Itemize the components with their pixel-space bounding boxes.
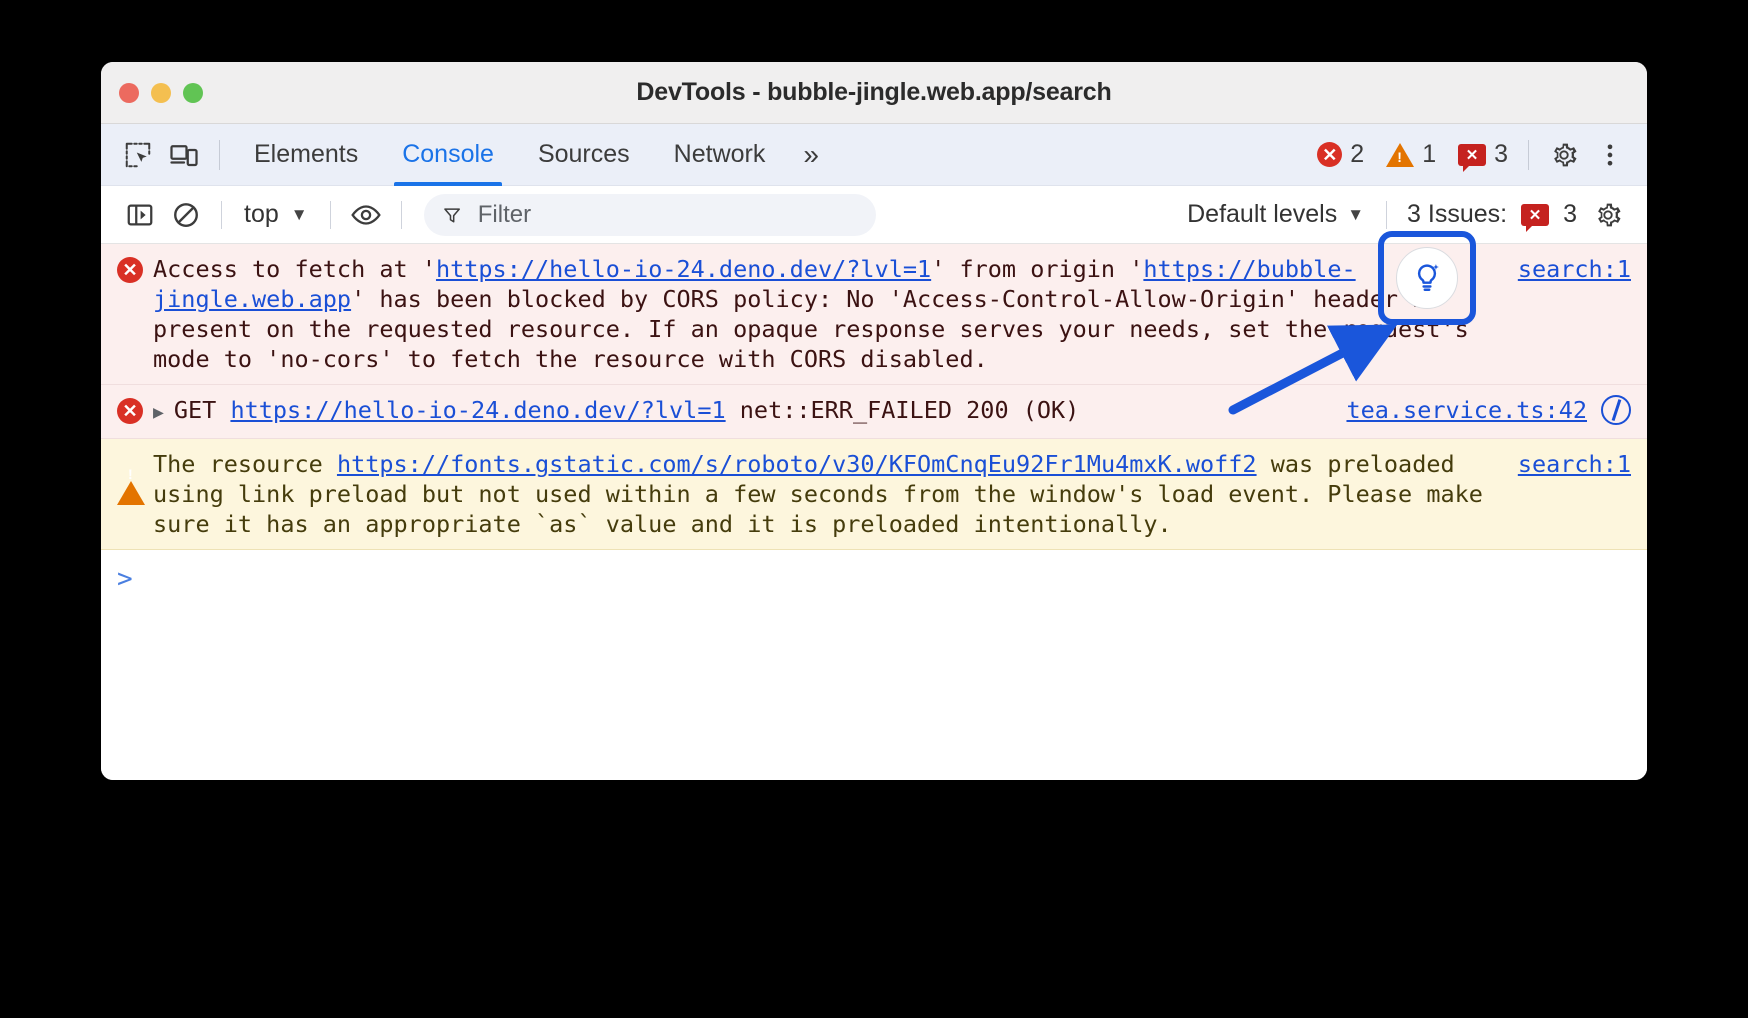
lightbulb-sparkle-icon (1410, 261, 1444, 295)
warning-triangle-icon (117, 453, 145, 505)
issue-counters: ✕ 2 1 ✕ 3 (1309, 140, 1516, 169)
tab-console[interactable]: Console (380, 124, 516, 186)
console-settings-gear-icon (1592, 199, 1624, 231)
message-source-link[interactable]: search:1 (1518, 449, 1631, 479)
gear-icon (1548, 139, 1580, 171)
devtools-tabs: Elements Console Sources Network (232, 124, 787, 186)
device-toolbar-icon (169, 140, 199, 170)
minimize-window-button[interactable] (151, 83, 171, 103)
tab-sources[interactable]: Sources (516, 124, 652, 186)
devtools-tabstrip: Elements Console Sources Network » ✕ (101, 124, 1647, 186)
log-levels-label: Default levels (1187, 200, 1337, 229)
clear-console-icon (171, 200, 201, 230)
message-text-part: net::ERR_FAILED 200 (OK) (726, 396, 1080, 424)
console-message-row[interactable]: ✕ ▶ GET https://hello-io-24.deno.dev/?lvl… (101, 385, 1647, 439)
console-toolbar-divider-1 (221, 201, 222, 229)
error-counter[interactable]: ✕ 2 (1309, 140, 1372, 169)
window-title: DevTools - bubble-jingle.web.app/search (101, 78, 1647, 107)
devtools-window: DevTools - bubble-jingle.web.app/search (101, 62, 1647, 780)
tab-network-label: Network (674, 140, 766, 169)
console-toolbar-divider-2 (330, 201, 331, 229)
kebab-menu-icon (1596, 141, 1624, 169)
device-toolbar-button[interactable] (161, 132, 207, 178)
issues-counter-value: 3 (1494, 140, 1508, 169)
error-circle-icon: ✕ (1317, 142, 1342, 167)
error-circle-icon: ✕ (117, 398, 143, 424)
maximize-window-button[interactable] (183, 83, 203, 103)
filter-icon (442, 204, 462, 226)
message-text-part: ' from origin ' (931, 255, 1143, 283)
log-levels-selector[interactable]: Default levels ▼ (1177, 200, 1374, 229)
more-tabs-icon: » (803, 139, 819, 171)
screen-root: DevTools - bubble-jingle.web.app/search (0, 0, 1748, 1018)
window-titlebar: DevTools - bubble-jingle.web.app/search (101, 62, 1647, 124)
console-settings-button[interactable] (1585, 192, 1631, 238)
clear-console-button[interactable] (163, 192, 209, 238)
error-circle-icon: ✕ (117, 257, 143, 283)
console-message-row[interactable]: The resource https://fonts.gstatic.com/s… (101, 439, 1647, 550)
message-source-link[interactable]: tea.service.ts:42 (1346, 395, 1587, 425)
console-toolbar: top ▼ Default levels ▼ (101, 186, 1647, 244)
warning-counter-value: 1 (1422, 140, 1436, 169)
warning-counter[interactable]: 1 (1378, 140, 1444, 169)
issue-bubble-icon: ✕ (1521, 204, 1549, 226)
console-filter-input[interactable] (476, 200, 858, 230)
execution-context-selector[interactable]: top ▼ (234, 196, 318, 233)
message-text-part: The resource (153, 450, 337, 478)
console-message-text: The resource https://fonts.gstatic.com/s… (153, 449, 1504, 539)
issues-counter[interactable]: ✕ 3 (1450, 140, 1516, 169)
expand-message-arrow-icon[interactable]: ▶ (153, 398, 164, 428)
console-toolbar-divider-4 (1386, 201, 1387, 229)
message-level-icon-wrapper (117, 449, 153, 539)
more-tabs-button[interactable]: » (787, 139, 835, 171)
execution-context-value: top (244, 200, 279, 229)
tab-elements-label: Elements (254, 140, 358, 169)
issues-summary-label: 3 Issues: (1407, 200, 1507, 229)
message-link[interactable]: https://fonts.gstatic.com/s/roboto/v30/K… (337, 450, 1257, 478)
tab-network[interactable]: Network (652, 124, 788, 186)
ai-assistance-button[interactable] (1396, 247, 1458, 309)
devtools-more-options-button[interactable] (1587, 132, 1633, 178)
live-expression-button[interactable] (343, 192, 389, 238)
close-window-button[interactable] (119, 83, 139, 103)
console-prompt-row[interactable]: > (101, 550, 1647, 608)
eye-icon (349, 200, 383, 230)
message-level-icon-wrapper: ✕ (117, 254, 153, 374)
console-message-text: Access to fetch at 'https://hello-io-24.… (153, 254, 1504, 374)
issues-summary-button[interactable]: 3 Issues: ✕ 3 (1399, 200, 1585, 229)
replay-xhr-icon[interactable] (1601, 395, 1631, 425)
console-sidebar-toggle-button[interactable] (117, 192, 163, 238)
inspect-element-button[interactable] (115, 132, 161, 178)
warning-triangle-icon (1386, 143, 1414, 167)
console-sidebar-icon (125, 200, 155, 230)
tab-sources-label: Sources (538, 140, 630, 169)
devtools-settings-button[interactable] (1541, 132, 1587, 178)
message-text-part: Access to fetch at ' (153, 255, 436, 283)
counters-divider (1528, 140, 1529, 170)
chevron-down-icon: ▼ (1347, 205, 1364, 225)
message-link[interactable]: https://hello-io-24.deno.dev/?lvl=1 (436, 255, 931, 283)
tab-elements[interactable]: Elements (232, 124, 380, 186)
console-prompt-caret-icon: > (117, 564, 133, 594)
console-message-list: ✕ Access to fetch at 'https://hello-io-2… (101, 244, 1647, 780)
issue-bubble-icon: ✕ (1458, 144, 1486, 166)
inspect-element-icon (123, 140, 153, 170)
console-message-text: ▶ GET https://hello-io-24.deno.dev/?lvl=1… (153, 395, 1332, 428)
message-source-link[interactable]: search:1 (1518, 254, 1631, 284)
message-link[interactable]: https://hello-io-24.deno.dev/?lvl=1 (230, 396, 725, 424)
error-counter-value: 2 (1350, 140, 1364, 169)
issues-summary-count: 3 (1563, 200, 1577, 229)
message-text-part: ' has been blocked by CORS policy: No 'A… (153, 285, 1469, 373)
tab-console-label: Console (402, 140, 494, 169)
message-text-part: GET (174, 396, 231, 424)
console-toolbar-divider-3 (401, 201, 402, 229)
tabstrip-divider (219, 140, 220, 170)
window-traffic-lights (119, 83, 203, 103)
chevron-down-icon: ▼ (291, 205, 308, 225)
console-filter-box[interactable] (424, 194, 876, 236)
message-level-icon-wrapper: ✕ (117, 395, 153, 428)
